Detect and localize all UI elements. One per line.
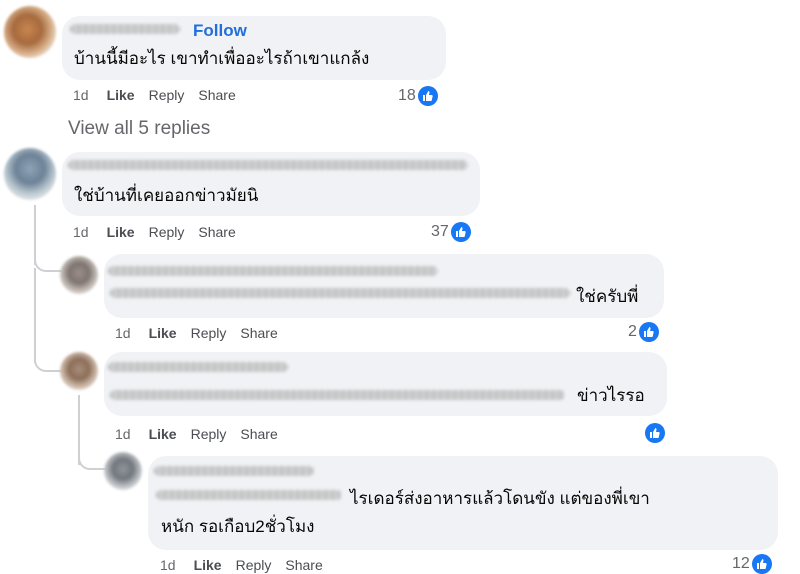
- comment-timestamp[interactable]: 1d: [73, 224, 89, 240]
- comment-actions: 1d Like Reply Share: [73, 224, 250, 240]
- comment-actions: 1d Like Reply Share: [73, 87, 250, 103]
- reply-text-line-2: หนัก รอเกือบ2ชั่วโมง: [161, 517, 315, 536]
- like-thumb-icon: [638, 322, 659, 342]
- reply-button[interactable]: Reply: [236, 557, 272, 573]
- reply-actions: 1d Like Reply Share: [115, 426, 292, 442]
- reply-text-blurred: [110, 390, 565, 400]
- view-all-replies-link[interactable]: View all 5 replies: [68, 118, 210, 140]
- thread-connector-reply-3: [78, 440, 106, 470]
- share-button[interactable]: Share: [285, 557, 322, 573]
- reply-timestamp[interactable]: 1d: [115, 426, 131, 442]
- like-thumb-icon: [645, 423, 665, 443]
- comment-text: บ้านนี้มีอะไร เขาทำเพื่ออะไรถ้าเขาแกล้ง: [74, 49, 370, 68]
- like-thumb-icon: [450, 222, 471, 242]
- reply-timestamp[interactable]: 1d: [115, 325, 131, 341]
- avatar[interactable]: [104, 452, 142, 490]
- like-button[interactable]: Like: [107, 87, 135, 103]
- avatar[interactable]: [4, 148, 56, 200]
- like-button[interactable]: Like: [149, 426, 177, 442]
- reply-actions: 1d Like Reply Share: [160, 557, 337, 573]
- reply-timestamp[interactable]: 1d: [160, 557, 176, 573]
- reaction-count: 12: [732, 555, 750, 572]
- share-button[interactable]: Share: [240, 325, 277, 341]
- avatar[interactable]: [60, 352, 98, 390]
- like-button[interactable]: Like: [149, 325, 177, 341]
- share-button[interactable]: Share: [198, 87, 235, 103]
- like-button[interactable]: Like: [194, 557, 222, 573]
- reply-text: ข่าวไรรอ: [577, 386, 645, 405]
- reply-button[interactable]: Reply: [149, 87, 185, 103]
- reply-button[interactable]: Reply: [191, 325, 227, 341]
- reaction-summary[interactable]: [645, 423, 665, 443]
- reply-text-blurred: [156, 490, 342, 500]
- like-thumb-icon: [417, 86, 438, 106]
- follow-button[interactable]: Follow: [193, 21, 247, 41]
- reply-button[interactable]: Reply: [149, 224, 185, 240]
- thread-connector-reply-1: [34, 240, 62, 272]
- reaction-summary[interactable]: 2: [628, 322, 659, 342]
- commenter-name-blurred[interactable]: [68, 160, 468, 170]
- reaction-count: 18: [398, 87, 416, 104]
- reaction-summary[interactable]: 12: [732, 554, 772, 574]
- reply-button[interactable]: Reply: [191, 426, 227, 442]
- thread-connector-reply-2: [34, 345, 62, 372]
- like-button[interactable]: Like: [107, 224, 135, 240]
- reply-actions: 1d Like Reply Share: [115, 325, 292, 341]
- avatar[interactable]: [4, 6, 56, 58]
- reply-text-blurred: [110, 288, 570, 298]
- commenter-name-blurred[interactable]: [108, 266, 438, 276]
- avatar[interactable]: [60, 256, 98, 294]
- like-thumb-icon: [751, 554, 772, 574]
- share-button[interactable]: Share: [198, 224, 235, 240]
- reaction-summary[interactable]: 37: [431, 222, 471, 242]
- commenter-name-blurred[interactable]: [154, 466, 314, 476]
- reaction-count: 37: [431, 223, 449, 240]
- commenter-name-blurred[interactable]: [108, 362, 288, 372]
- reaction-count: 2: [628, 323, 637, 340]
- reply-text-line-1: ไรเดอร์ส่งอาหารแล้วโดนขัง แต่ของพี่เขา: [350, 489, 650, 508]
- reaction-summary[interactable]: 18: [398, 86, 438, 106]
- comment-timestamp[interactable]: 1d: [73, 87, 89, 103]
- share-button[interactable]: Share: [240, 426, 277, 442]
- comment-text: ใช่บ้านที่เคยออกข่าวมัยนิ: [74, 186, 259, 205]
- commenter-name-blurred[interactable]: [70, 24, 180, 34]
- reply-text: ใช่ครับพี่: [576, 287, 639, 306]
